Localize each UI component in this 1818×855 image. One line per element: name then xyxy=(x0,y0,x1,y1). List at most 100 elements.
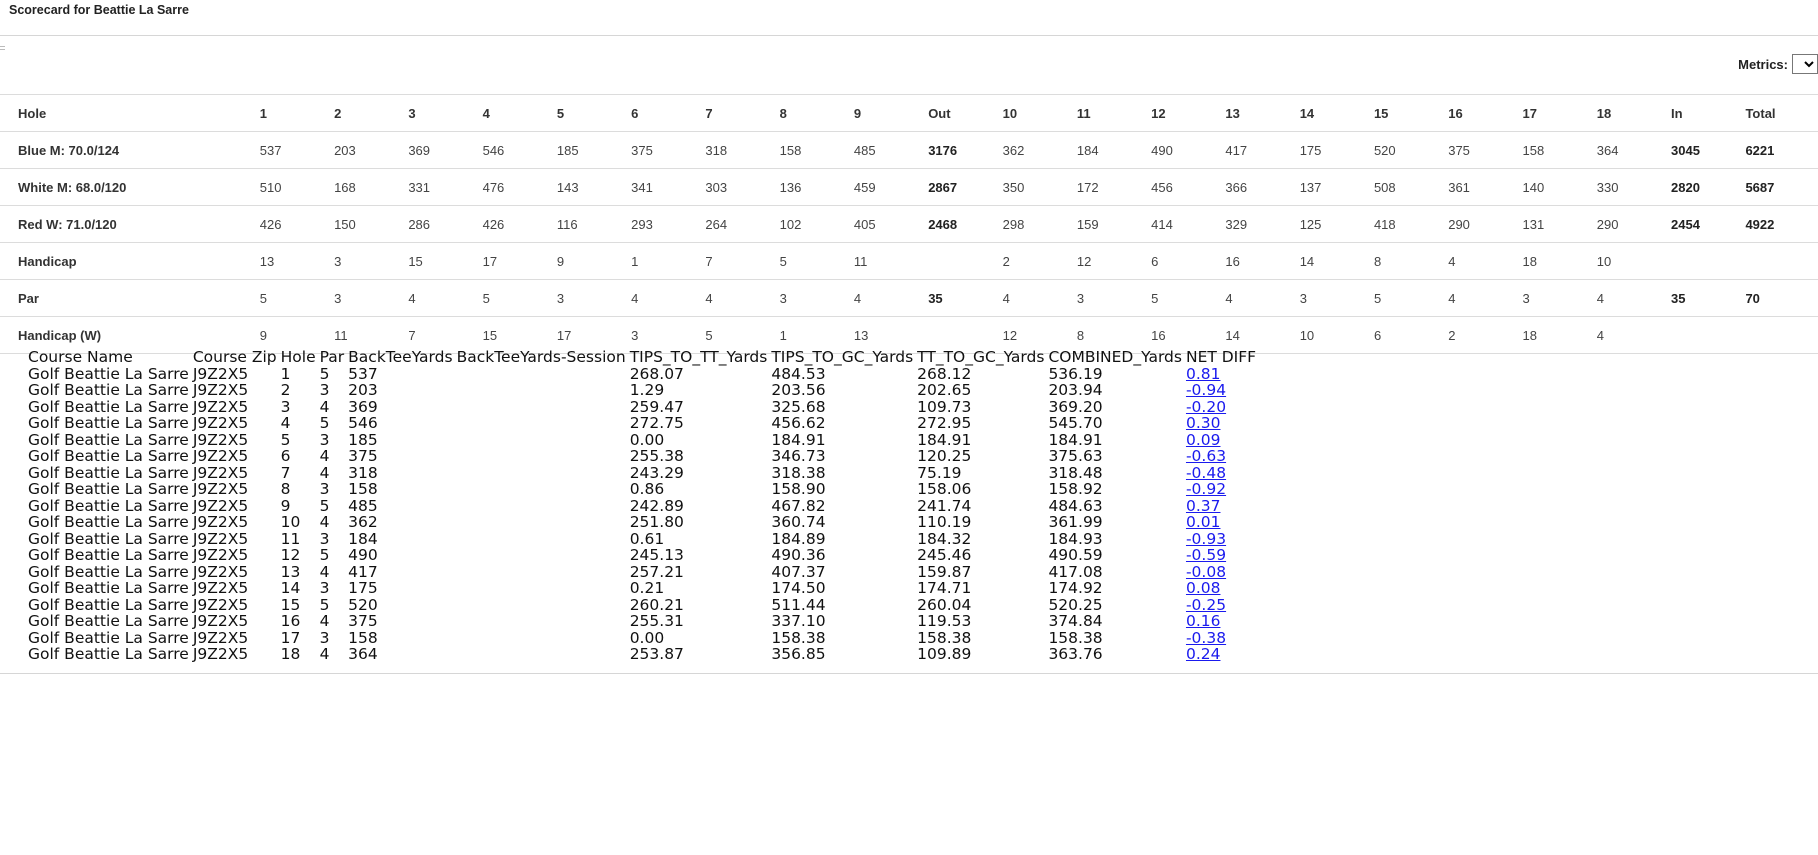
table-cell: 268.07 xyxy=(629,364,684,383)
scorecard-cell: 459 xyxy=(851,168,927,206)
scorecard-cell: 362 xyxy=(1000,131,1075,169)
table-cell: 5 xyxy=(319,496,330,515)
scorecard-cell: 8 xyxy=(777,94,852,132)
table-row: Golf Beattie La Sarre J9Z2X5 7 4 318 243.29 31… xyxy=(28,463,1260,482)
table-cell xyxy=(457,597,630,614)
table-cell: 4 xyxy=(319,397,330,416)
scorecard-cell: 131 xyxy=(1520,205,1595,243)
scorecard-cell: 303 xyxy=(703,168,778,206)
table-cell xyxy=(457,382,630,399)
net-diff-link[interactable]: 0.24 xyxy=(1186,645,1221,663)
table-cell: 260.21 xyxy=(629,595,684,614)
scorecard-cell: 2 xyxy=(332,94,407,132)
table-cell: 184.89 xyxy=(771,529,826,548)
metrics-select[interactable]: yards xyxy=(1792,54,1818,74)
scorecard-cell: 175 xyxy=(1297,131,1372,169)
net-diff-link[interactable]: -0.59 xyxy=(1186,546,1226,564)
table-cell: -0.63 xyxy=(1186,448,1260,465)
scorecard-cell: 102 xyxy=(777,205,852,243)
scorecard-cell: 136 xyxy=(777,168,852,206)
scorecard-cell: 11 xyxy=(851,242,927,280)
net-diff-link[interactable]: -0.93 xyxy=(1186,530,1226,548)
table-cell: 0.81 xyxy=(1186,365,1260,383)
table-cell: 255.38 xyxy=(629,447,684,465)
scorecard-cell: 5 xyxy=(480,279,555,317)
scorecard-cell: 3045 xyxy=(1669,131,1744,169)
net-diff-link[interactable]: -0.25 xyxy=(1186,596,1226,614)
table-cell: 346.73 xyxy=(771,447,826,465)
column-header: BackTeeYards xyxy=(348,348,453,366)
table-cell: -0.20 xyxy=(1186,398,1260,416)
table-cell: J9Z2X5 xyxy=(192,595,249,614)
table-row: Golf Beattie La Sarre J9Z2X5 14 3 175 0.21 174… xyxy=(28,580,1260,597)
table-cell: J9Z2X5 xyxy=(192,579,249,597)
table-cell: 5 xyxy=(319,595,330,614)
scorecard-cell: 35 xyxy=(926,279,1001,317)
table-cell: 490.59 xyxy=(1048,546,1103,564)
net-diff-link[interactable]: -0.94 xyxy=(1186,381,1226,399)
scorecard-cell: 456 xyxy=(1149,168,1224,206)
table-cell: 417.08 xyxy=(1048,562,1103,581)
scorecard-cell: 5 xyxy=(777,242,852,280)
net-diff-link[interactable]: 0.16 xyxy=(1186,612,1221,630)
table-cell: 17 xyxy=(280,628,301,647)
scorecard-cell: 1 xyxy=(629,242,704,280)
table-cell: 158 xyxy=(348,480,378,498)
scorecard-cell: 364 xyxy=(1594,131,1670,169)
net-diff-link[interactable]: -0.48 xyxy=(1186,464,1226,482)
scorecard-cell: 537 xyxy=(257,131,333,169)
scorecard-cell: 298 xyxy=(1000,205,1075,243)
net-diff-link[interactable]: 0.30 xyxy=(1186,414,1221,432)
net-diff-link[interactable]: -0.63 xyxy=(1186,447,1226,465)
scorecard-cell: 12 xyxy=(1074,242,1150,280)
scorecard-cell: 143 xyxy=(554,168,630,206)
net-diff-link[interactable]: -0.20 xyxy=(1186,398,1226,416)
scorecard-cell: 3 xyxy=(332,279,407,317)
net-diff-link[interactable]: -0.92 xyxy=(1186,480,1226,498)
scorecard-cell: 159 xyxy=(1074,205,1150,243)
net-diff-link[interactable]: 0.81 xyxy=(1186,365,1221,383)
table-cell: 0.21 xyxy=(629,579,665,597)
table-cell: 158.06 xyxy=(917,480,972,498)
table-cell: 5 xyxy=(319,546,330,564)
scorecard-cell: 185 xyxy=(554,131,630,169)
table-cell: 375 xyxy=(348,447,378,465)
scorecard-cell: 2468 xyxy=(926,205,1001,243)
scorecard-cell: 2 xyxy=(1446,316,1521,354)
table-row: Golf Beattie La Sarre J9Z2X5 5 3 185 0.00 184.… xyxy=(28,430,1260,449)
net-diff-link[interactable]: 0.01 xyxy=(1186,513,1221,531)
table-cell xyxy=(457,547,630,564)
net-diff-link[interactable]: -0.38 xyxy=(1186,629,1226,647)
scorecard-cell: 2 xyxy=(1000,242,1075,280)
scorecard-cell: 5 xyxy=(1149,279,1224,317)
table-cell: 184.91 xyxy=(917,430,972,449)
scorecard-cell: 150 xyxy=(332,205,407,243)
table-cell: 75.19 xyxy=(917,463,962,482)
table-cell: -0.48 xyxy=(1186,464,1260,482)
table-cell: 0.24 xyxy=(1186,646,1260,663)
table-cell xyxy=(457,531,630,548)
table-row: Golf Beattie La Sarre J9Z2X5 1 5 537 268.07 48… xyxy=(28,364,1260,383)
table-cell: 243.29 xyxy=(629,463,684,482)
table-cell: 3 xyxy=(319,430,330,449)
scorecard-cell: 116 xyxy=(554,205,630,243)
table-row: Golf Beattie La Sarre J9Z2X5 4 5 546 272.75 45… xyxy=(28,415,1260,432)
divider xyxy=(0,673,1818,674)
net-diff-link[interactable]: -0.08 xyxy=(1186,563,1226,581)
net-diff-link[interactable]: 0.37 xyxy=(1186,497,1221,515)
table-cell: 255.31 xyxy=(629,612,684,630)
scorecard-cell: 3 xyxy=(1520,279,1595,317)
scorecard-row: White M: 68.0/120 510 168 331 476 143 341 303 13… xyxy=(0,168,1818,206)
table-cell: 12 xyxy=(280,546,301,564)
scorecard-cell: 158 xyxy=(777,131,852,169)
table-cell xyxy=(457,564,630,581)
scorecard-cell: 17 xyxy=(1520,94,1595,132)
table-cell: Golf Beattie La Sarre xyxy=(28,480,189,498)
scorecard-cell: 369 xyxy=(406,131,481,169)
net-diff-link[interactable]: 0.09 xyxy=(1186,431,1221,449)
row-label: Blue M: 70.0/124 xyxy=(0,131,258,169)
table-cell: J9Z2X5 xyxy=(192,546,249,564)
net-diff-link[interactable]: 0.08 xyxy=(1186,579,1221,597)
column-header: Course Name xyxy=(28,348,133,366)
table-row: Golf Beattie La Sarre J9Z2X5 2 3 203 1.29 203.… xyxy=(28,382,1260,399)
